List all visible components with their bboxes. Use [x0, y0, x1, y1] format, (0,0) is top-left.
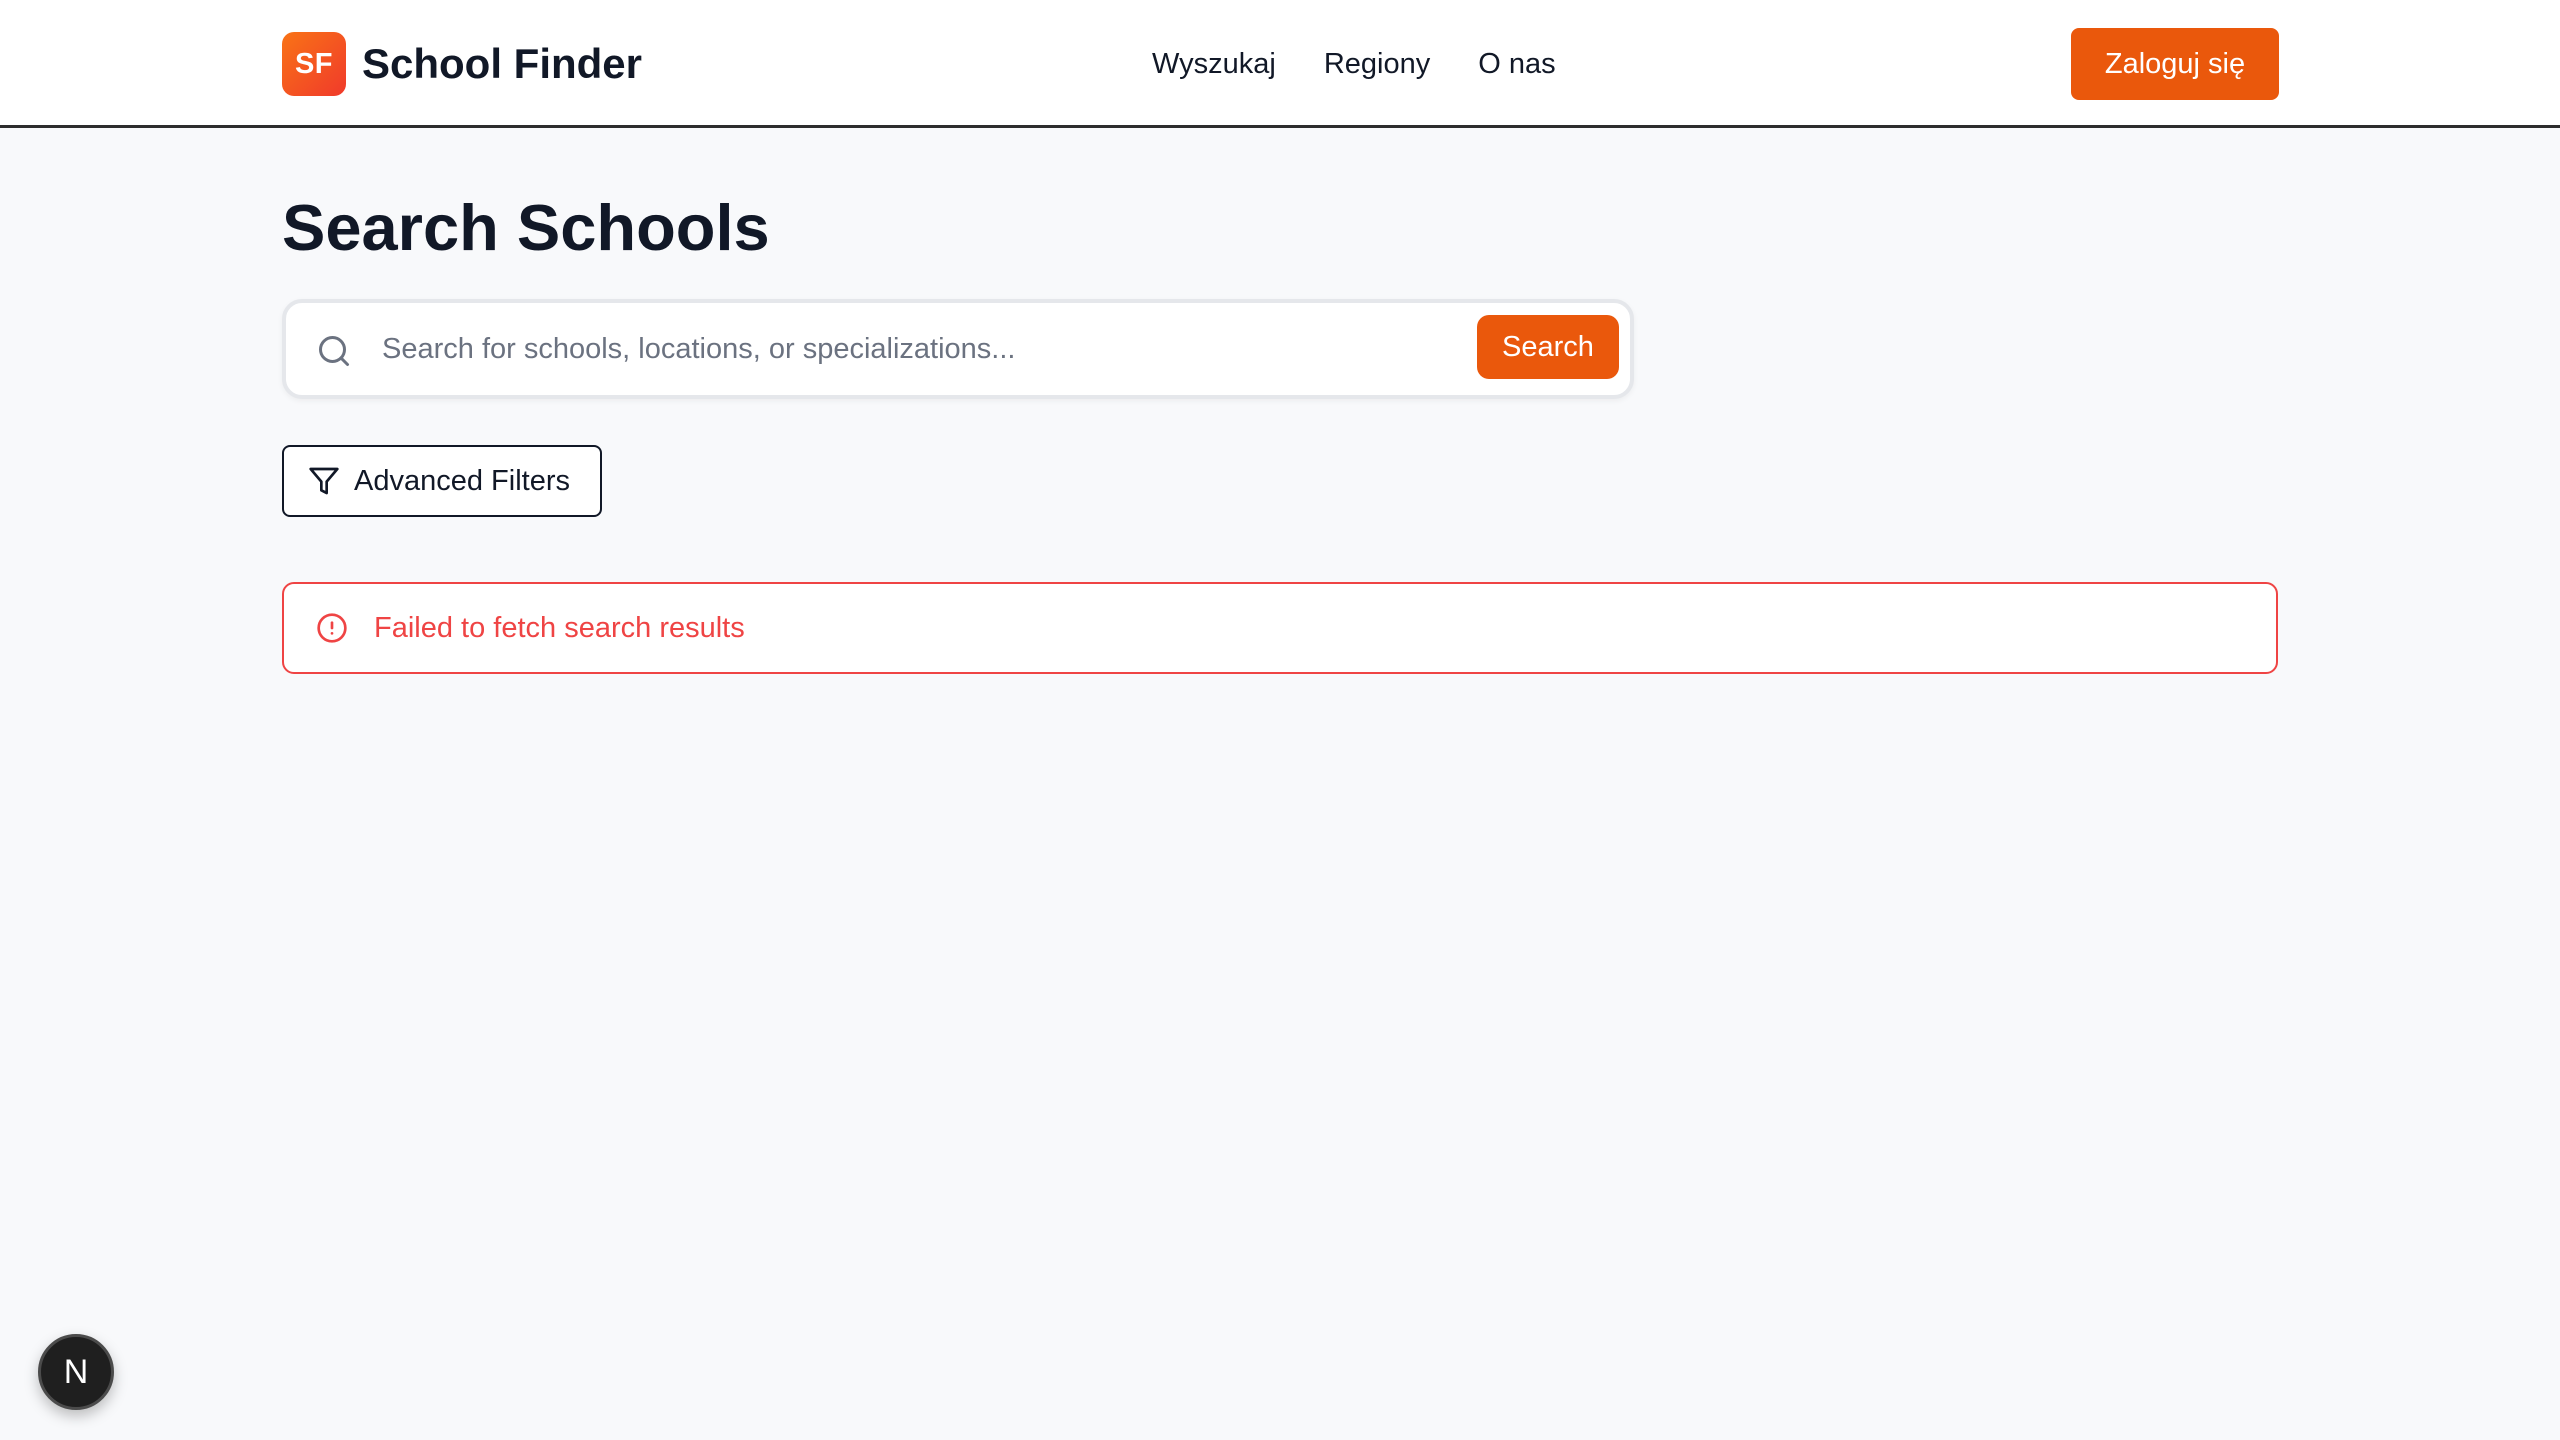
main-nav: Wyszukaj Regiony O nas — [1152, 44, 1556, 84]
page-title: Search Schools — [282, 191, 770, 264]
dev-badge-letter: N — [63, 1352, 89, 1391]
error-alert: Failed to fetch search results — [282, 582, 2278, 674]
advanced-filters-label: Advanced Filters — [354, 464, 570, 497]
logo-initials: SF — [294, 47, 334, 80]
app-name: School Finder — [362, 40, 643, 87]
login-button[interactable]: Zaloguj się — [2071, 28, 2279, 100]
dev-tools-badge[interactable]: N — [38, 1334, 114, 1410]
top-navbar: SF School Finder Wyszukaj Regiony O nas … — [0, 0, 2560, 128]
search-button[interactable]: Search — [1477, 315, 1619, 379]
search-input[interactable] — [382, 321, 1202, 377]
alert-circle-icon — [317, 613, 347, 643]
filter-icon — [309, 467, 339, 495]
brand-logo[interactable]: SF School Finder — [282, 32, 642, 96]
nav-link-wyszukaj[interactable]: Wyszukaj — [1152, 48, 1276, 81]
advanced-filters-button[interactable]: Advanced Filters — [282, 445, 602, 517]
nav-link-o-nas[interactable]: O nas — [1478, 48, 1555, 81]
search-icon — [319, 336, 349, 366]
search-bar: Search — [282, 299, 1634, 399]
error-message: Failed to fetch search results — [374, 611, 745, 644]
nav-link-regiony[interactable]: Regiony — [1324, 48, 1430, 81]
logo-badge: SF — [282, 32, 346, 96]
